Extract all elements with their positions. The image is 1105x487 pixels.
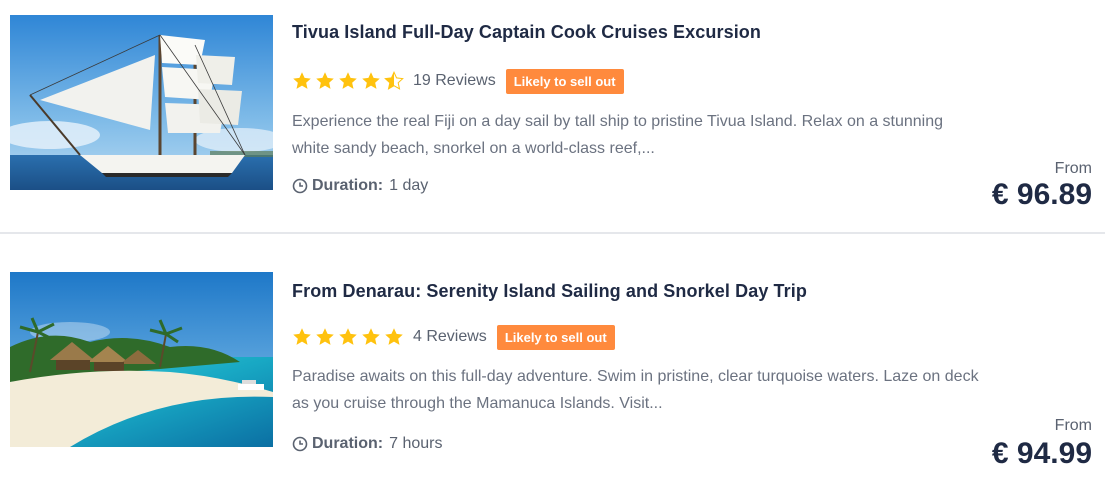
listing-description: Experience the real Fiji on a day sail b… [292, 108, 1032, 162]
description-line: Paradise awaits on this full-day adventu… [292, 368, 979, 385]
duration-value: 1 day [389, 177, 429, 194]
star-full-icon [339, 328, 357, 345]
listing-title[interactable]: Tivua Island Full-Day Captain Cook Cruis… [292, 22, 761, 43]
sell-out-badge: Likely to sell out [505, 68, 624, 94]
rating-row: 19 Reviews Likely to sell out [292, 68, 624, 94]
price: € 94.99 [991, 437, 1092, 470]
duration-label: Duration: [312, 435, 384, 452]
island-beach-photo[interactable] [10, 272, 273, 447]
review-count[interactable]: 19 Reviews [413, 72, 496, 90]
star-full-icon [385, 328, 403, 345]
listing-description: Paradise awaits on this full-day adventu… [292, 363, 1032, 417]
clock-icon [292, 436, 308, 452]
listing-card[interactable]: Tivua Island Full-Day Captain Cook Cruis… [0, 0, 1105, 234]
star-half-icon [384, 71, 404, 90]
price-from-label: From [1054, 160, 1092, 177]
star-full-icon [293, 328, 311, 345]
rating-row: 4 Reviews Likely to sell out [292, 324, 615, 350]
star-full-icon [316, 328, 334, 345]
tall-ship-photo[interactable] [10, 15, 273, 190]
review-count[interactable]: 4 Reviews [413, 328, 487, 346]
description-line: Experience the real Fiji on a day sail b… [292, 113, 944, 130]
star-full-icon [362, 72, 380, 89]
listing-title[interactable]: From Denarau: Serenity Island Sailing an… [292, 281, 807, 302]
star-full-icon [316, 72, 334, 89]
listing-card[interactable]: From Denarau: Serenity Island Sailing an… [0, 257, 1105, 487]
duration: Duration: 1 day [292, 177, 428, 195]
divider [0, 232, 1105, 234]
star-full-icon [293, 72, 311, 89]
duration: Duration: 7 hours [292, 435, 442, 453]
star-full-icon [339, 72, 357, 89]
star-rating [292, 327, 407, 347]
description-line: white sandy beach, snorkel on a world-cl… [292, 140, 655, 157]
description-line: as you cruise through the Mamanuca Islan… [292, 395, 663, 412]
duration-value: 7 hours [389, 435, 443, 452]
star-full-icon [362, 328, 380, 345]
duration-label: Duration: [312, 177, 384, 194]
star-rating [292, 71, 407, 91]
price: € 96.89 [991, 178, 1092, 211]
clock-icon [292, 178, 308, 194]
sell-out-badge: Likely to sell out [496, 324, 615, 350]
price-from-label: From [1054, 417, 1092, 434]
